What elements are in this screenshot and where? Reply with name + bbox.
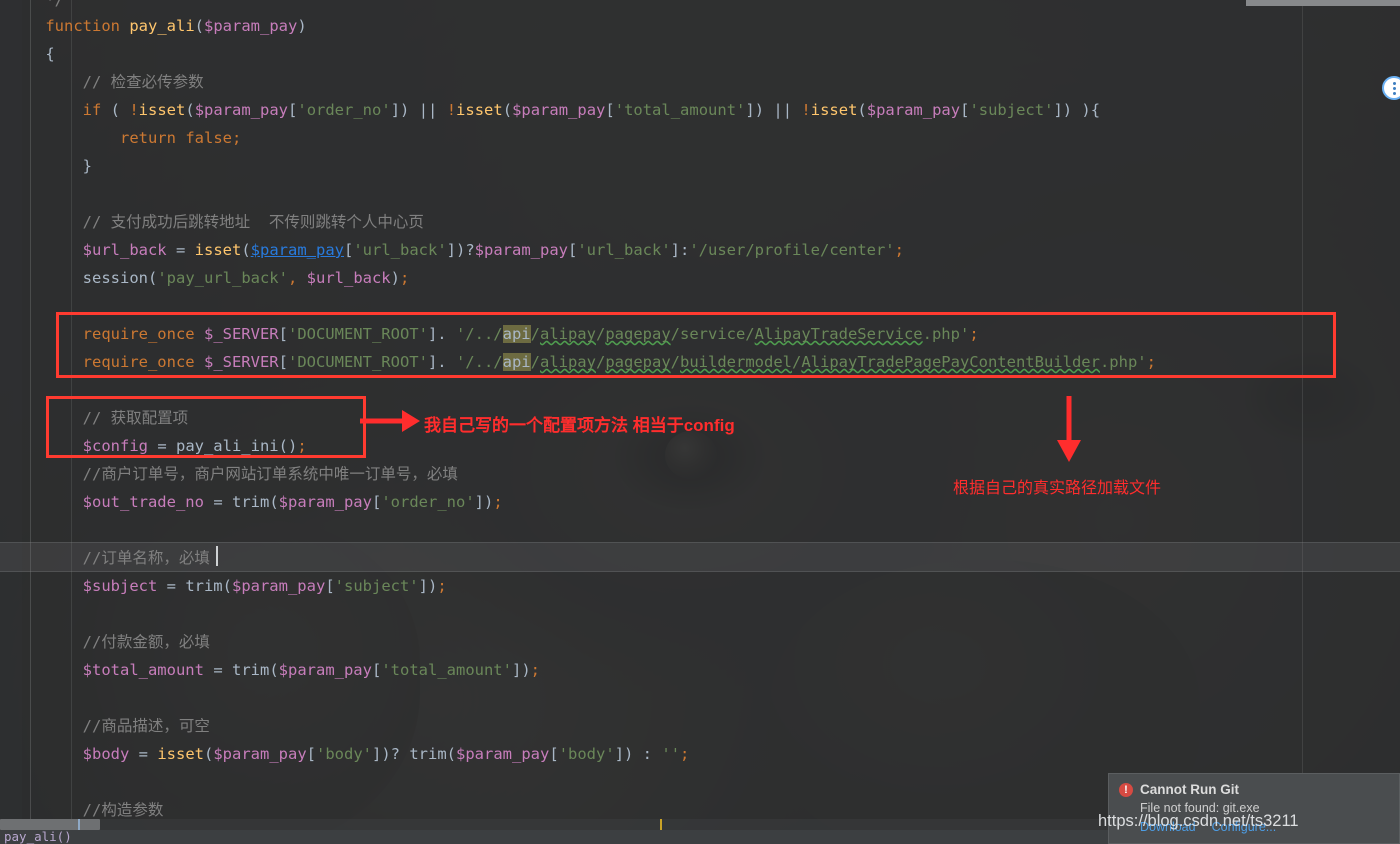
code-line[interactable]: // 支付成功后跳转地址 不传则跳转个人中心页: [8, 208, 424, 236]
code-line[interactable]: $url_back = isset($param_pay['url_back']…: [8, 236, 904, 264]
code-line[interactable]: //订单名称，必填: [8, 544, 210, 572]
error-icon: !: [1119, 782, 1133, 797]
code-line[interactable]: return false;: [8, 124, 241, 152]
notification-title: Cannot Run Git: [1140, 782, 1239, 797]
current-line-highlight: [0, 542, 1400, 572]
annotation-box-config: [46, 396, 366, 458]
vertical-scrollbar-thumb[interactable]: [1246, 0, 1400, 6]
code-line[interactable]: function pay_ali($param_pay): [8, 12, 306, 40]
code-line[interactable]: //付款金额，必填: [8, 628, 210, 656]
annotation-note-config: 我自己写的一个配置项方法 相当于config: [424, 416, 735, 435]
annotation-box-require-once: [56, 312, 1336, 378]
code-line[interactable]: // 检查必传参数: [8, 68, 204, 96]
annotation-note-path: 根据自己的真实路径加载文件: [953, 480, 1162, 497]
code-line[interactable]: $out_trade_no = trim($param_pay['order_n…: [8, 488, 503, 516]
code-line[interactable]: session('pay_url_back', $url_back);: [8, 264, 410, 292]
code-line[interactable]: $subject = trim($param_pay['subject']);: [8, 572, 447, 600]
code-line[interactable]: //商户订单号，商户网站订单系统中唯一订单号，必填: [8, 460, 458, 488]
horizontal-scrollbar-thumb[interactable]: [0, 819, 100, 830]
watermark-url: https://blog.csdn.net/ts3211: [1098, 812, 1299, 830]
right-margin-guide: [1302, 0, 1303, 844]
code-line[interactable]: $body = isset($param_pay['body'])? trim(…: [8, 740, 690, 768]
annotation-arrow-down-icon: [1057, 396, 1081, 462]
text-caret: [216, 546, 218, 566]
code-line[interactable]: if ( !isset($param_pay['order_no']) || !…: [8, 96, 1100, 124]
code-line[interactable]: }: [8, 152, 92, 180]
annotation-arrow-right-icon: [360, 410, 420, 432]
code-line[interactable]: {: [8, 40, 54, 68]
code-line[interactable]: //商品描述，可空: [8, 712, 210, 740]
code-line[interactable]: $total_amount = trim($param_pay['total_a…: [8, 656, 540, 684]
notification-balloon[interactable]: ! Cannot Run Git File not found: git.exe…: [1108, 773, 1400, 844]
ide-window: */ function pay_ali($param_pay) { // 检查必…: [0, 0, 1400, 844]
scrollbar-marker: [660, 819, 662, 830]
notification-title-row: ! Cannot Run Git: [1119, 782, 1389, 797]
inspection-widget-icon[interactable]: [1382, 76, 1400, 100]
scrollbar-marker: [78, 819, 80, 830]
